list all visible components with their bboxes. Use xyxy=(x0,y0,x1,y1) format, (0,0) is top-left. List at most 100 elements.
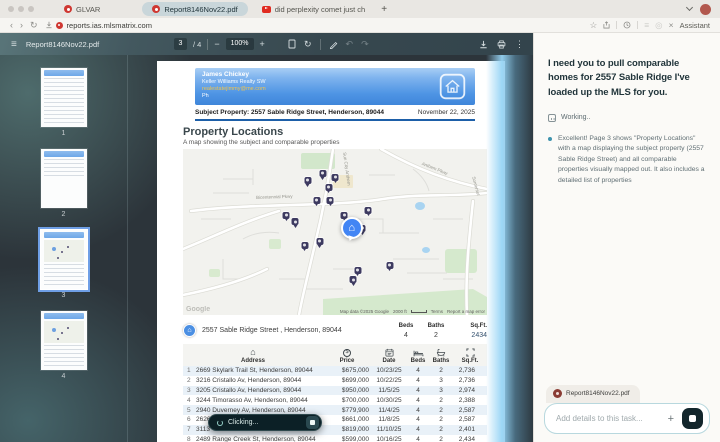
cell-date: 10/23/25 xyxy=(376,367,402,375)
header-label: Baths xyxy=(432,358,450,364)
header-baths: Baths xyxy=(429,348,453,364)
report-date: November 22, 2025 xyxy=(417,109,475,116)
stop-send-button[interactable] xyxy=(682,408,703,429)
tabstrip-right xyxy=(685,3,711,15)
row-number: 6 xyxy=(187,416,191,424)
stop-icon xyxy=(689,415,696,422)
header-label: Beds xyxy=(410,358,426,364)
header-label: Sq.Ft. xyxy=(461,358,479,364)
thumb-text-lines xyxy=(43,264,84,286)
thumbnail-page-number: 1 xyxy=(61,130,66,137)
rotate-icon[interactable]: ↻ xyxy=(304,39,312,50)
site-favicon xyxy=(55,21,63,29)
stop-icon xyxy=(310,420,315,425)
house-icon: ⌂ xyxy=(187,327,192,334)
annotate-pen-icon[interactable] xyxy=(329,40,338,49)
divider xyxy=(195,119,475,121)
url-text[interactable]: reports.ias.mlsmatrix.com xyxy=(67,21,152,30)
toolbar-right: ⋮ xyxy=(479,33,524,55)
beds-column: Beds 4 xyxy=(391,323,421,339)
thumbnail-page-3[interactable]: 3 xyxy=(40,230,87,299)
more-options-icon[interactable]: ⋮ xyxy=(515,39,524,50)
user-prompt: I need you to pull comparable homes for … xyxy=(548,58,690,98)
comparable-pin-icon xyxy=(313,196,321,204)
thumbnail-page-4[interactable]: 4 xyxy=(40,311,87,380)
tab-report8146nov22-pdf[interactable]: Report8146Nov22.pdf xyxy=(142,2,248,16)
download-page-icon[interactable] xyxy=(45,21,53,29)
tab-did-perplexity-comet-just-ch[interactable]: did perplexity comet just ch xyxy=(254,0,373,18)
back-icon[interactable]: ‹ xyxy=(10,20,13,30)
zoom-out-button[interactable]: − xyxy=(214,39,219,49)
comparable-pin-icon xyxy=(364,206,372,214)
cell-address: 3 3205 Cristallo Av, Henderson, 89044 xyxy=(183,387,323,394)
bullet-dot-icon xyxy=(548,136,552,141)
extensions-icon[interactable] xyxy=(623,21,631,29)
cell-address: 5 2940 Duverney Av, Henderson, 89044 xyxy=(183,407,323,414)
thumbnail-page-number: 3 xyxy=(61,292,66,299)
row-number: 4 xyxy=(187,396,191,404)
stop-agent-button[interactable] xyxy=(306,416,319,429)
reading-list-icon[interactable]: ≡ xyxy=(644,21,649,30)
close-assistant-icon[interactable]: × xyxy=(669,21,674,30)
baths-column: Baths 2 xyxy=(421,323,451,339)
comparable-pin-icon xyxy=(331,173,339,181)
page-number-input[interactable]: 3 xyxy=(174,38,187,50)
cell-baths: 3 xyxy=(439,377,443,385)
media-controls-icon[interactable]: ◎ xyxy=(655,21,662,30)
window-zoom-icon[interactable] xyxy=(28,6,34,12)
comparable-pin-icon xyxy=(301,241,309,249)
assistant-message-text: Excellent! Page 3 shows "Property Locati… xyxy=(558,134,705,184)
cell-sqft: 2,736 xyxy=(458,367,475,375)
download-icon[interactable] xyxy=(479,40,488,49)
cell-price: $699,000 xyxy=(341,377,369,385)
divider xyxy=(207,38,209,50)
zoom-in-button[interactable]: + xyxy=(260,39,265,49)
print-icon[interactable] xyxy=(497,39,506,49)
tab-label: did perplexity comet just ch xyxy=(274,4,366,14)
calendar-icon xyxy=(385,348,394,357)
window-close-icon[interactable] xyxy=(8,6,14,12)
redo-icon[interactable]: ↷ xyxy=(361,39,369,50)
undo-icon[interactable]: ↶ xyxy=(346,39,354,50)
tab-label: GLVAR xyxy=(76,4,101,14)
cell-address: 4 3244 Timorasso Av, Henderson, 89044 xyxy=(183,397,323,404)
task-input[interactable] xyxy=(556,414,664,423)
table-row: 4 3244 Timorasso Av, Henderson, 89044 $700… xyxy=(183,395,487,405)
forward-icon[interactable]: › xyxy=(20,20,23,30)
pdf-toolbar: ≡ Report8146Nov22.pdf 3 / 4 − 100% + ↻ ↶… xyxy=(0,33,533,55)
cell-sqft: 2,974 xyxy=(458,386,475,394)
tab-glvar[interactable]: GLVAR xyxy=(56,0,108,18)
table-row: 1 2669 Skylark Trail St, Henderson, 89044… xyxy=(183,366,487,376)
chevron-down-icon[interactable] xyxy=(685,3,694,12)
profile-avatar[interactable] xyxy=(700,3,711,15)
header-date: Date xyxy=(371,348,407,364)
section-title: Property Locations xyxy=(183,126,284,138)
thumbnail-page-2[interactable]: 2 xyxy=(40,149,87,218)
reload-icon[interactable]: ↻ xyxy=(30,20,38,30)
new-tab-button[interactable]: + xyxy=(381,4,387,15)
comparable-pin-icon xyxy=(386,261,394,269)
cell-beds: 4 xyxy=(416,435,420,442)
window-minimize-icon[interactable] xyxy=(18,6,24,12)
thumbnail-page-1[interactable]: 1 xyxy=(40,68,87,137)
zoom-level[interactable]: 100% xyxy=(225,38,254,50)
add-attachment-button[interactable]: + xyxy=(668,413,674,425)
thumb-header-bar xyxy=(43,313,84,319)
divider xyxy=(319,38,321,50)
tabs: GLVAR Report8146Nov22.pdf did perplexity c… xyxy=(56,0,373,18)
assistant-toggle-label[interactable]: Assistant xyxy=(680,21,710,30)
fit-page-icon[interactable] xyxy=(288,39,296,49)
thumb-map-region xyxy=(43,240,84,262)
share-icon[interactable] xyxy=(603,21,610,29)
cell-address: 1 2669 Skylark Trail St, Henderson, 89044 xyxy=(183,367,323,374)
thumb-header-bar xyxy=(43,151,84,157)
property-map[interactable]: Bicentennial Pkwy Sun City Anthem Anthem P… xyxy=(183,149,487,315)
page-total: / 4 xyxy=(193,39,202,49)
menu-icon[interactable]: ≡ xyxy=(11,39,17,50)
attachment-chip[interactable]: Report8146Nov22.pdf xyxy=(546,385,640,403)
agent-email: realestatejimmy@me.com xyxy=(202,86,266,92)
window-controls xyxy=(8,6,34,12)
address-text: 2489 Range Creek St, Henderson, 89044 xyxy=(196,435,316,442)
bookmark-star-icon[interactable]: ☆ xyxy=(590,21,598,30)
header-price: $ Price xyxy=(323,348,371,364)
